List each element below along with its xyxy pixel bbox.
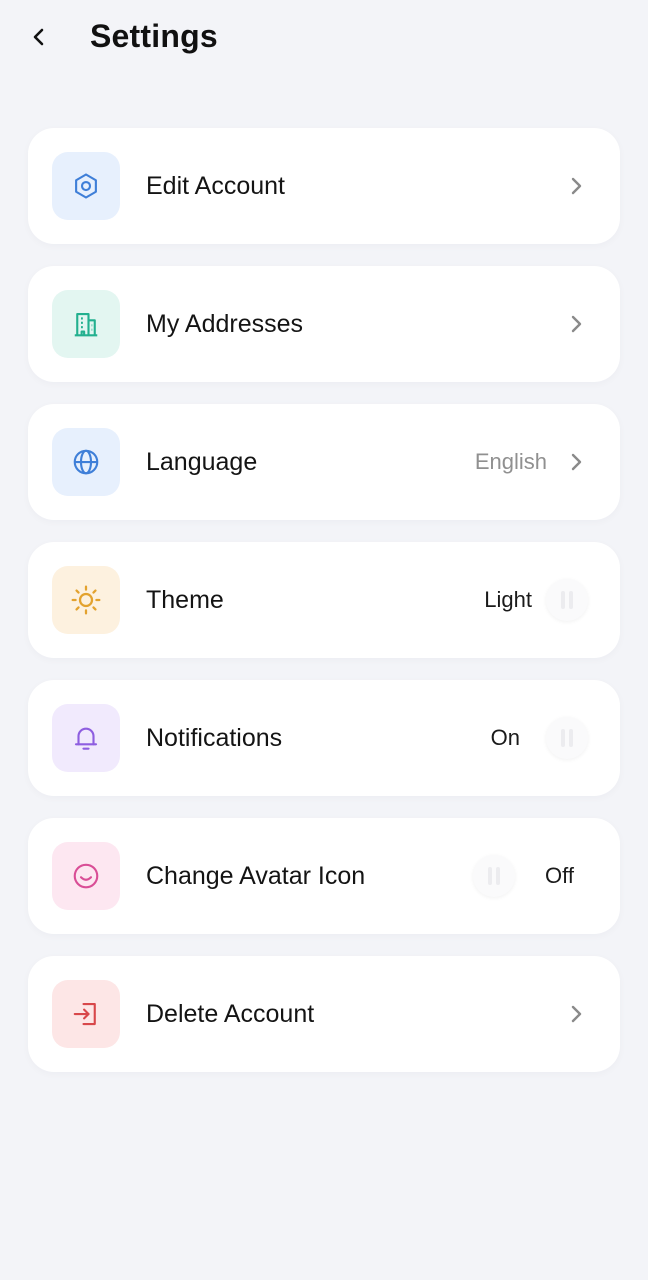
settings-item-label: My Addresses — [146, 309, 304, 338]
language-value: English — [474, 449, 547, 474]
chevron-left-icon — [33, 28, 44, 46]
building-icon — [74, 312, 98, 337]
settings-item-label: Language — [146, 447, 258, 476]
toggle-bar — [561, 729, 565, 747]
change-avatar-value: Off — [545, 863, 574, 888]
sun-icon — [71, 585, 101, 615]
toggle-bar — [561, 591, 565, 609]
header: Settings — [0, 0, 648, 80]
icon-box — [52, 152, 120, 220]
toggle-bar — [496, 867, 500, 885]
change-avatar-toggle[interactable] — [473, 855, 515, 897]
settings-item-delete-account[interactable]: Delete Account — [28, 956, 620, 1072]
settings-item-edit-account[interactable]: Edit Account — [28, 128, 620, 244]
icon-box — [52, 704, 120, 772]
theme-toggle[interactable] — [546, 579, 588, 621]
globe-icon — [73, 449, 99, 475]
toggle-bar — [488, 867, 492, 885]
toggle-bar — [569, 729, 573, 747]
toggle-bar — [569, 591, 573, 609]
smile-icon — [73, 863, 99, 889]
chevron-right-icon — [560, 446, 592, 478]
notifications-value: On — [490, 725, 520, 750]
chevron-right-icon — [560, 998, 592, 1030]
settings-list: Edit Account My Addresses Language Engli… — [28, 128, 620, 1094]
icon-box — [52, 842, 120, 910]
bell-icon — [74, 727, 98, 750]
theme-value: Light — [484, 587, 532, 612]
settings-item-notifications[interactable]: Notifications On — [28, 680, 620, 796]
chevron-right-icon — [560, 308, 592, 340]
settings-item-theme[interactable]: Theme Light — [28, 542, 620, 658]
icon-box — [52, 566, 120, 634]
notifications-toggle[interactable] — [546, 717, 588, 759]
back-button[interactable] — [22, 20, 56, 54]
settings-item-label: Notifications — [146, 723, 283, 752]
gear-icon — [75, 173, 97, 199]
settings-item-label: Theme — [146, 585, 224, 614]
settings-item-language[interactable]: Language English — [28, 404, 620, 520]
logout-icon — [73, 1002, 96, 1026]
icon-box — [52, 428, 120, 496]
chevron-right-icon — [560, 170, 592, 202]
settings-item-change-avatar-icon[interactable]: Change Avatar Icon Off — [28, 818, 620, 934]
settings-item-label: Change Avatar Icon — [146, 861, 366, 890]
page-title: Settings — [90, 18, 218, 54]
icon-box — [52, 290, 120, 358]
settings-item-label: Edit Account — [146, 171, 285, 200]
settings-item-label: Delete Account — [146, 999, 315, 1028]
icon-box — [52, 980, 120, 1048]
settings-item-my-addresses[interactable]: My Addresses — [28, 266, 620, 382]
